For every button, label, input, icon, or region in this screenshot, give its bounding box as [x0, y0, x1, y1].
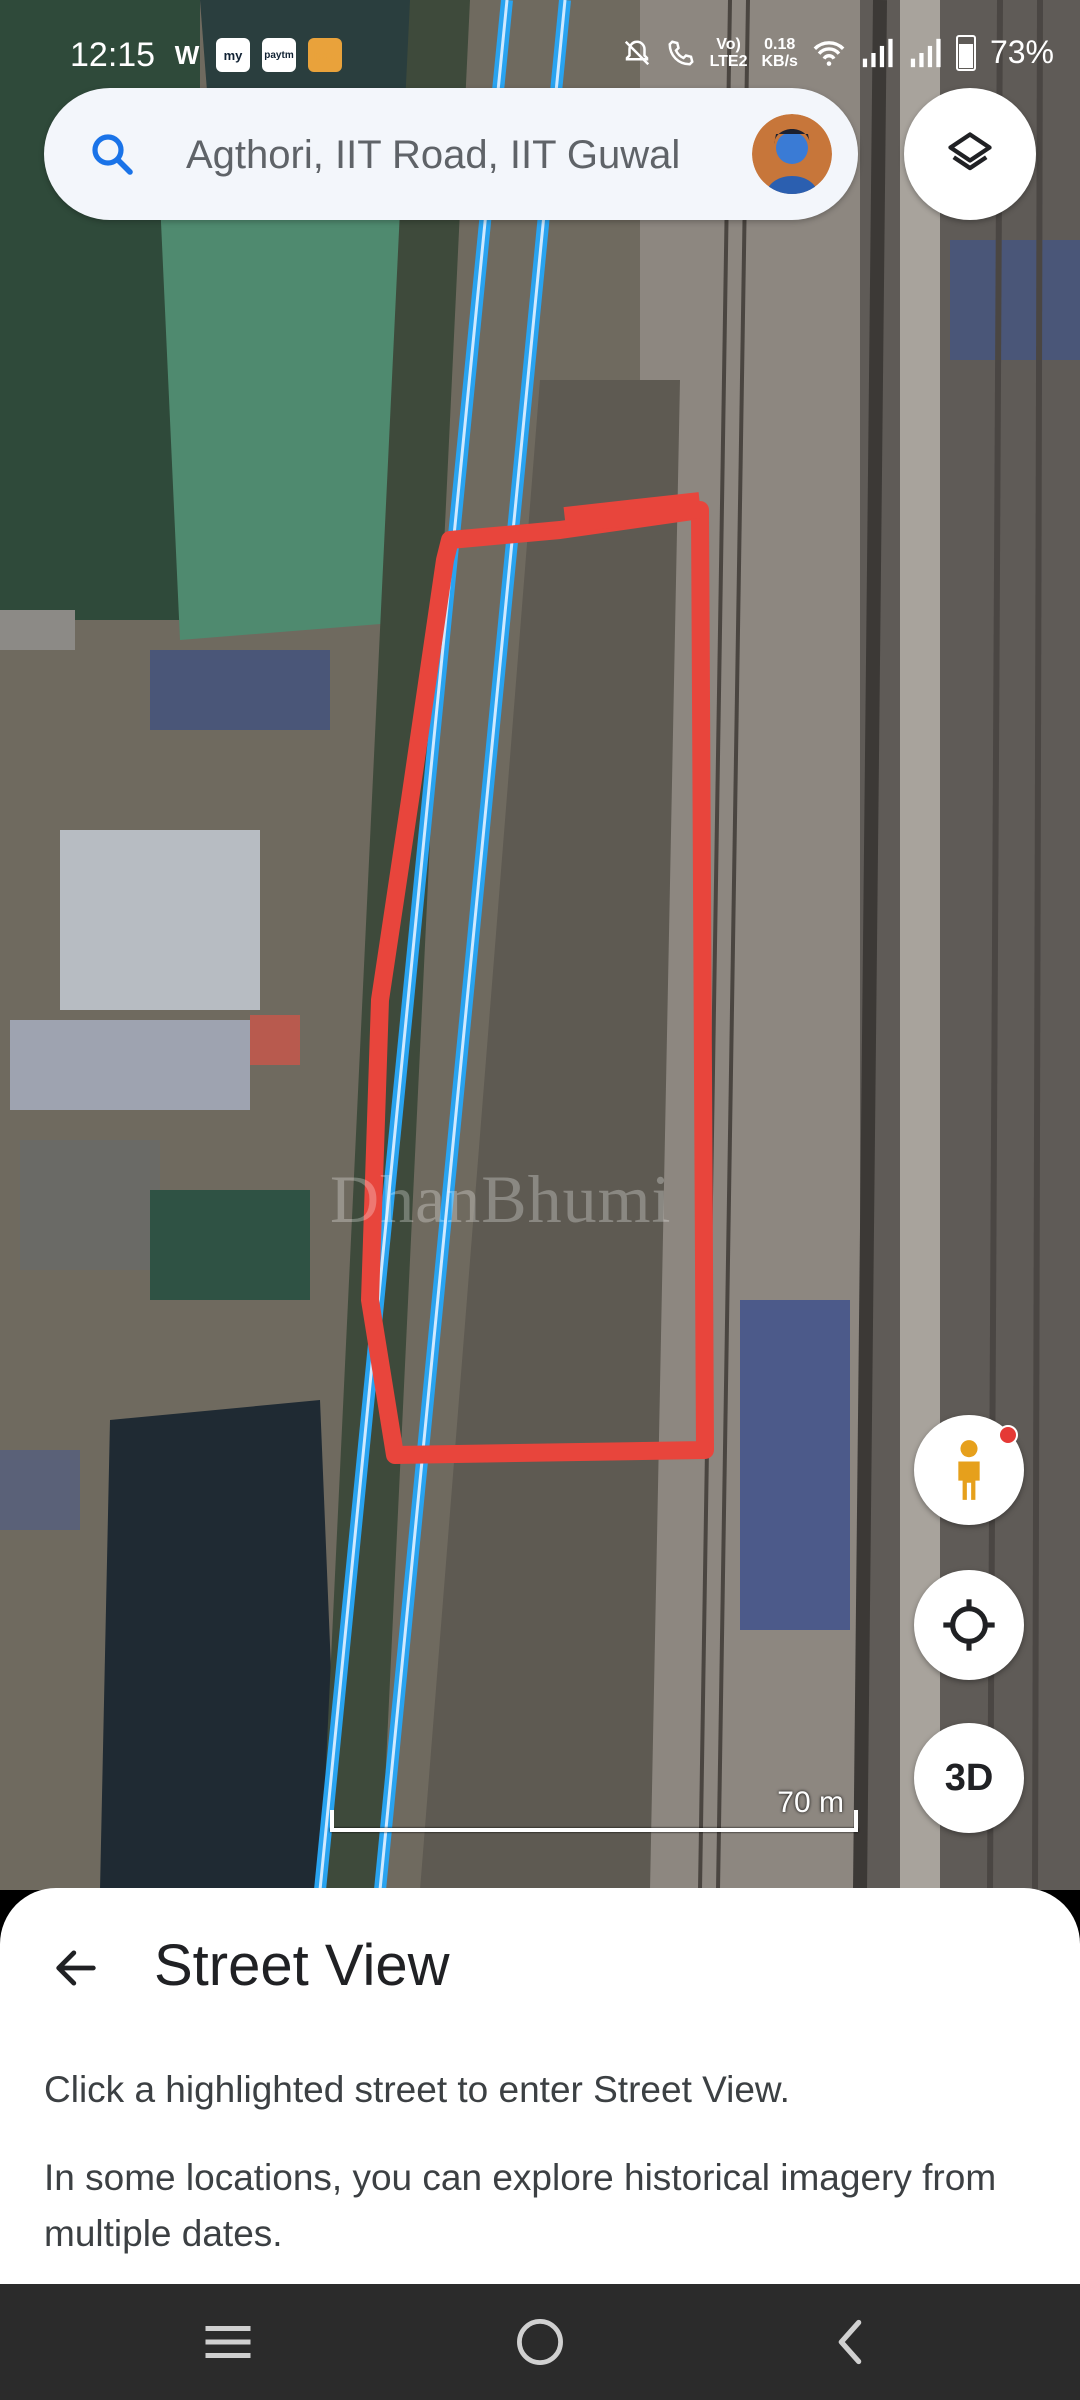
search-input[interactable]: [184, 116, 768, 194]
scale-line: [330, 1828, 858, 1832]
mute-icon: [624, 39, 649, 65]
home-icon: [517, 2319, 563, 2365]
status-time: 12:15: [70, 36, 156, 74]
app-notification-icon: box: [308, 38, 342, 72]
avatar-image: [752, 114, 832, 194]
three-d-button[interactable]: 3D: [914, 1723, 1024, 1833]
sheet-instruction: Click a highlighted street to enter Stre…: [44, 2069, 790, 2110]
back-button[interactable]: [40, 1932, 112, 2004]
status-app-icons: W my paytm box: [170, 38, 342, 72]
scale-tick: [330, 1810, 334, 1832]
arrow-back-icon: [56, 1950, 96, 1986]
watermark: DhanBhumi: [330, 1161, 672, 1237]
back-icon: [838, 2319, 862, 2365]
my-location-icon: [943, 1599, 995, 1651]
wifi-icon: [813, 40, 845, 66]
pegman-icon: [958, 1440, 980, 1500]
signal-icon: [862, 38, 893, 67]
system-nav-bar: [0, 2284, 1080, 2400]
home-button[interactable]: [480, 2304, 600, 2380]
status-indicators: Vo) LTE2 0.18 KB/s 73%: [622, 34, 1054, 71]
network-type: Vo) LTE2: [709, 35, 748, 70]
scale-label: 70 m: [777, 1786, 844, 1819]
street-view-sheet: Street View Click a highlighted street t…: [0, 1888, 1080, 2284]
search-icon[interactable]: [88, 130, 136, 178]
app-notification-icon: my: [216, 38, 250, 72]
layers-icon: [948, 132, 992, 171]
my-location-button[interactable]: [914, 1570, 1024, 1680]
sheet-title: Street View: [154, 1933, 450, 1998]
layers-button[interactable]: [904, 88, 1036, 220]
nav-back-button[interactable]: [790, 2304, 910, 2380]
recent-apps-icon: [205, 2326, 251, 2358]
notification-dot: [998, 1425, 1018, 1445]
avatar[interactable]: [752, 114, 832, 194]
battery-icon: [955, 34, 976, 71]
scale-tick: [854, 1810, 858, 1832]
sheet-description: In some locations, you can explore histo…: [44, 2157, 997, 2254]
app-notification-icon: W: [174, 39, 200, 70]
street-view-pegman-button[interactable]: [914, 1415, 1024, 1525]
network-speed: 0.18 KB/s: [761, 35, 798, 70]
map-scale: 70 m: [330, 1786, 858, 1842]
signal-icon: [910, 38, 941, 67]
battery-percent: 73%: [989, 34, 1054, 70]
recent-apps-button[interactable]: [168, 2304, 288, 2380]
call-icon: [668, 39, 694, 66]
app-notification-icon: paytm: [262, 38, 296, 72]
search-bar[interactable]: [44, 88, 858, 220]
